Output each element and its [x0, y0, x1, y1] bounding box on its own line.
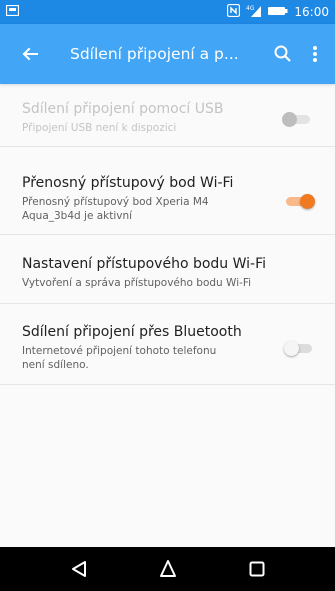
- recents-icon[interactable]: [245, 557, 269, 581]
- item-title: Přenosný přístupový bod Wi-Fi: [22, 175, 234, 191]
- item-title: Sdílení připojení přes Bluetooth: [22, 324, 242, 340]
- search-icon[interactable]: [273, 44, 293, 64]
- screen: 4G 16:00 Sdílení připojení a p... Sdílen…: [0, 0, 335, 591]
- navigation-bar: [0, 547, 335, 591]
- home-icon[interactable]: [156, 557, 180, 581]
- item-subtitle-line1: Přenosný přístupový bod Xperia M4: [22, 196, 209, 208]
- wifi-hotspot-item[interactable]: Přenosný přístupový bod Wi-Fi Přenosný p…: [0, 147, 335, 234]
- usb-tethering-toggle: [280, 109, 314, 129]
- toolbar: Sdílení připojení a p...: [0, 24, 335, 84]
- wifi-hotspot-toggle[interactable]: [282, 191, 316, 211]
- status-bar: 4G 16:00: [0, 0, 335, 24]
- status-time: 16:00: [294, 5, 329, 19]
- item-title: Nastavení přístupového bodu Wi-Fi: [22, 256, 267, 272]
- item-subtitle-line1: Internetové připojení tohoto telefonu: [22, 345, 217, 357]
- item-subtitle: Připojení USB není k dispozici: [22, 122, 177, 134]
- divider: [0, 384, 335, 385]
- toolbar-title: Sdílení připojení a p...: [70, 45, 239, 63]
- back-arrow-icon[interactable]: [18, 42, 42, 66]
- item-title: Sdílení připojení pomocí USB: [22, 101, 224, 117]
- nfc-icon: [227, 3, 241, 20]
- bluetooth-tethering-item[interactable]: Sdílení připojení přes Bluetooth Interne…: [0, 304, 335, 384]
- svg-text:4G: 4G: [246, 5, 255, 12]
- wifi-hotspot-settings-item[interactable]: Nastavení přístupového bodu Wi-Fi Vytvoř…: [0, 235, 335, 303]
- notification-icon: [5, 4, 20, 17]
- item-subtitle: Vytvoření a správa přístupového bodu Wi-…: [22, 277, 252, 289]
- more-vert-icon[interactable]: [305, 42, 325, 66]
- signal-icon: 4G: [246, 4, 262, 20]
- back-icon[interactable]: [67, 557, 91, 581]
- status-indicators: 4G 16:00: [227, 0, 329, 24]
- battery-icon: [268, 5, 288, 19]
- item-subtitle-line2: není sdíleno.: [22, 359, 89, 371]
- bluetooth-tethering-toggle[interactable]: [282, 338, 316, 358]
- item-subtitle-line2: Aqua_3b4d je aktivní: [22, 210, 133, 222]
- usb-tethering-item: Sdílení připojení pomocí USB Připojení U…: [0, 84, 335, 146]
